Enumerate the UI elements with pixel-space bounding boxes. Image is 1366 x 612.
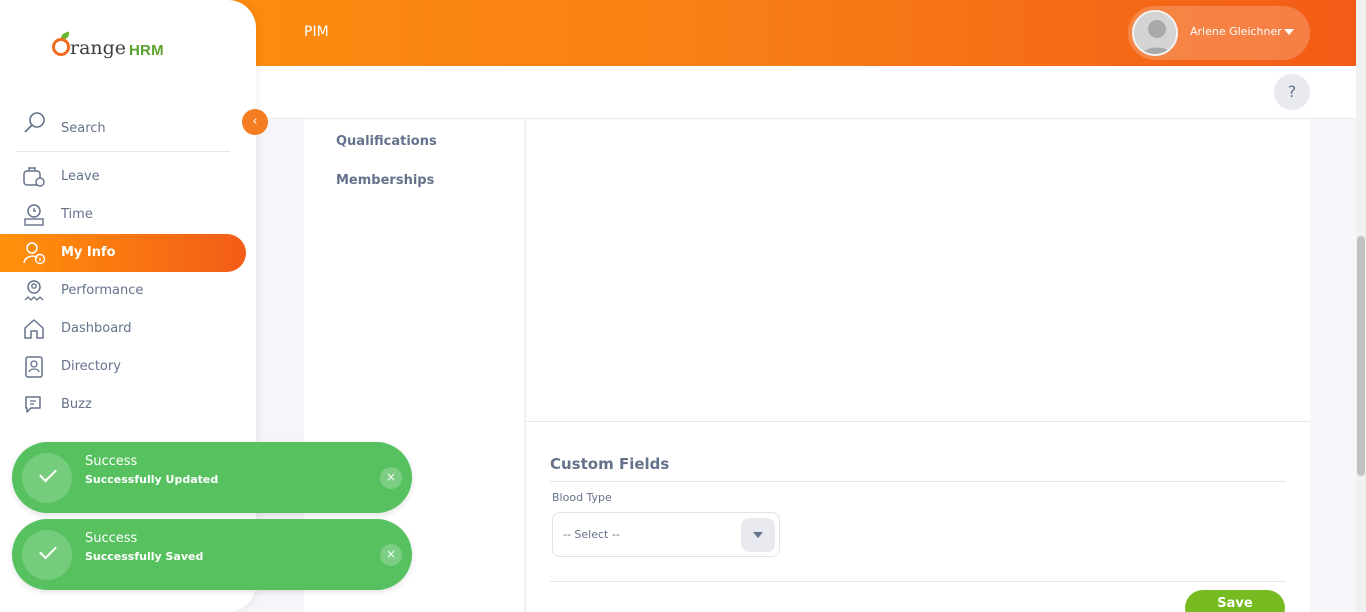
orangehrm-logo[interactable]: range HRM	[48, 30, 178, 66]
sidebar-item-label: Leave	[61, 169, 100, 184]
close-icon[interactable]: ×	[380, 467, 402, 489]
sub-header	[256, 66, 1356, 119]
dashboard-icon	[24, 319, 44, 339]
sidebar-item-leave[interactable]: Leave	[0, 158, 246, 196]
toast-title: Success	[85, 454, 138, 469]
blood-type-select[interactable]: -- Select --	[552, 512, 780, 557]
divider	[550, 481, 1286, 482]
save-button[interactable]: Save	[1185, 590, 1285, 612]
user-name: Arlene Gleichner	[1190, 25, 1282, 38]
custom-fields-title: Custom Fields	[550, 455, 670, 473]
sidebar-item-label: Time	[61, 207, 93, 222]
sidebar-item-my-info[interactable]: My Info	[0, 234, 246, 272]
sidebar-item-performance[interactable]: Performance	[0, 272, 246, 310]
leave-icon	[23, 167, 45, 187]
sidebar-search[interactable]: Search	[16, 104, 230, 152]
chevron-down-icon[interactable]	[741, 518, 775, 552]
close-icon[interactable]: ×	[380, 544, 402, 566]
sidebar-item-label: My Info	[61, 245, 116, 260]
blood-type-value: -- Select --	[563, 528, 620, 541]
sidebar-item-label: Performance	[61, 283, 144, 298]
performance-icon	[24, 280, 44, 301]
search-icon	[24, 112, 45, 133]
directory-icon	[25, 356, 43, 378]
sidebar-item-label: Dashboard	[61, 321, 132, 336]
blood-type-label: Blood Type	[552, 491, 612, 504]
sidebar-item-directory[interactable]: Directory	[0, 348, 246, 386]
toast-title: Success	[85, 531, 138, 546]
collapse-sidebar-button[interactable]: ‹	[242, 109, 268, 135]
check-icon	[22, 453, 72, 503]
avatar	[1132, 10, 1178, 56]
search-input[interactable]: Search	[61, 121, 106, 136]
tab-memberships[interactable]: Memberships	[336, 173, 434, 188]
module-title: PIM	[304, 24, 329, 40]
sidebar-item-label: Buzz	[61, 397, 92, 412]
tab-qualifications[interactable]: Qualifications	[336, 134, 437, 149]
check-icon	[22, 530, 72, 580]
sidebar-item-time[interactable]: Time	[0, 196, 246, 234]
toast-success-saved: Success Successfully Saved ×	[12, 519, 412, 590]
toast-success-updated: Success Successfully Updated ×	[12, 442, 412, 513]
buzz-icon	[25, 396, 41, 413]
divider	[550, 581, 1286, 582]
sidebar-item-buzz[interactable]: Buzz	[0, 386, 246, 424]
user-dropdown[interactable]: Arlene Gleichner	[1128, 6, 1310, 60]
divider	[525, 421, 1310, 422]
toast-message: Successfully Saved	[85, 550, 204, 563]
sidebar-item-dashboard[interactable]: Dashboard	[0, 310, 246, 348]
toast-message: Successfully Updated	[85, 473, 219, 486]
scrollbar-thumb[interactable]	[1357, 236, 1365, 476]
time-icon	[24, 204, 44, 226]
my-info-icon	[23, 242, 46, 265]
help-button[interactable]: ?	[1274, 74, 1310, 110]
chevron-down-icon	[1284, 29, 1294, 35]
sidebar-item-label: Directory	[61, 359, 121, 374]
